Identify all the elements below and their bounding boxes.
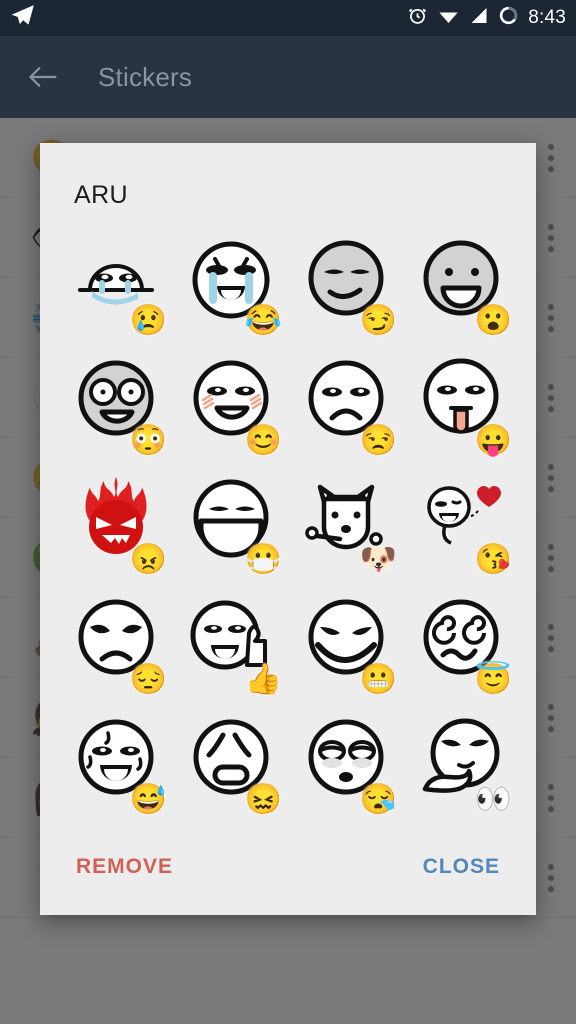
back-arrow-icon[interactable] — [28, 64, 57, 90]
app-screen: 8:43 Stickers 😢👁💨🫥😛🟢🧸👧👩22 stickers🐧Pengu… — [0, 0, 576, 1024]
dog-with-bone-sticker[interactable]: 🐶 — [288, 460, 403, 580]
sticker-grid: 😢 😂 😏 😮 😳 😊 😒 😛 😠 😷 🐶 😘 😔 👍 😬 😇 😅 😖 😪 👀 — [40, 210, 536, 819]
status-bar: 8:43 — [0, 0, 576, 36]
frowning-face-sticker[interactable]: 😒 — [288, 340, 403, 460]
sticker-emoji-badge: 😠 — [129, 543, 167, 577]
sticker-emoji-badge: 😮 — [474, 303, 512, 337]
sticker-emoji-badge: 😏 — [359, 303, 397, 337]
wifi-icon — [437, 5, 460, 31]
page-title: Stickers — [98, 61, 193, 92]
thumbs-up-sticker[interactable]: 👍 — [173, 579, 288, 699]
alarm-clock-icon — [407, 5, 428, 31]
cellular-signal-icon — [469, 5, 489, 31]
sticker-emoji-badge: 😔 — [129, 663, 167, 697]
status-bar-right: 8:43 — [407, 5, 566, 31]
pondering-face-sticker[interactable]: 👀 — [403, 699, 518, 819]
sleepy-face-sticker[interactable]: 😪 — [288, 699, 403, 819]
dialog-title: ARU — [74, 181, 128, 209]
sticker-emoji-badge: 🐶 — [359, 543, 397, 577]
sticker-emoji-badge: 😘 — [474, 543, 512, 577]
remove-button[interactable]: REMOVE — [74, 849, 175, 885]
grimacing-grin-sticker[interactable]: 😬 — [288, 579, 403, 699]
dialog-actions: REMOVE CLOSE — [40, 819, 536, 915]
wide-eyes-sticker[interactable]: 😳 — [58, 340, 173, 460]
sticker-emoji-badge: 😅 — [129, 783, 167, 816]
sticker-pack-dialog: ARU 😢 😂 😏 😮 😳 😊 😒 😛 😠 😷 🐶 😘 😔 👍 😬 😇 😅 😖 … — [40, 143, 536, 915]
sticker-emoji-badge: 😪 — [359, 783, 397, 816]
crying-behind-line-sticker[interactable]: 😢 — [58, 220, 173, 340]
sticker-emoji-badge: 😊 — [244, 423, 282, 457]
telegram-paper-plane-icon — [10, 3, 36, 34]
toolbar: Stickers — [0, 36, 576, 118]
sticker-emoji-badge: 👍 — [244, 663, 282, 697]
face-with-mask-sticker[interactable]: 😷 — [173, 460, 288, 580]
dizzy-spiral-eyes-sticker[interactable]: 😇 — [403, 579, 518, 699]
distressed-face-sticker[interactable]: 😖 — [173, 699, 288, 819]
sticker-emoji-badge: 😢 — [129, 303, 167, 337]
sticker-emoji-badge: 😇 — [474, 663, 512, 697]
sticker-emoji-badge: 😂 — [244, 303, 282, 337]
sticker-emoji-badge: 😳 — [129, 423, 167, 457]
smug-grey-face-sticker[interactable]: 😏 — [288, 220, 403, 340]
sticker-emoji-badge: 😖 — [244, 783, 282, 816]
sticker-emoji-badge: 😛 — [474, 423, 512, 457]
sticker-emoji-badge: 😬 — [359, 663, 397, 697]
blowing-kiss-heart-sticker[interactable]: 😘 — [403, 460, 518, 580]
tongue-out-sticker[interactable]: 😛 — [403, 340, 518, 460]
sticker-emoji-badge: 👀 — [474, 783, 512, 816]
sticker-emoji-badge: 😷 — [244, 543, 282, 577]
surprised-grey-face-sticker[interactable]: 😮 — [403, 220, 518, 340]
status-bar-left — [10, 3, 407, 34]
sweating-smile-sticker[interactable]: 😅 — [58, 699, 173, 819]
sticker-emoji-badge: 😒 — [359, 423, 397, 457]
close-button[interactable]: CLOSE — [421, 849, 502, 885]
angry-flame-face-sticker[interactable]: 😠 — [58, 460, 173, 580]
battery-icon — [498, 5, 519, 31]
sad-face-sticker[interactable]: 😔 — [58, 579, 173, 699]
blushing-smile-sticker[interactable]: 😊 — [173, 340, 288, 460]
laughing-crying-sticker[interactable]: 😂 — [173, 220, 288, 340]
status-bar-clock: 8:43 — [528, 7, 566, 28]
